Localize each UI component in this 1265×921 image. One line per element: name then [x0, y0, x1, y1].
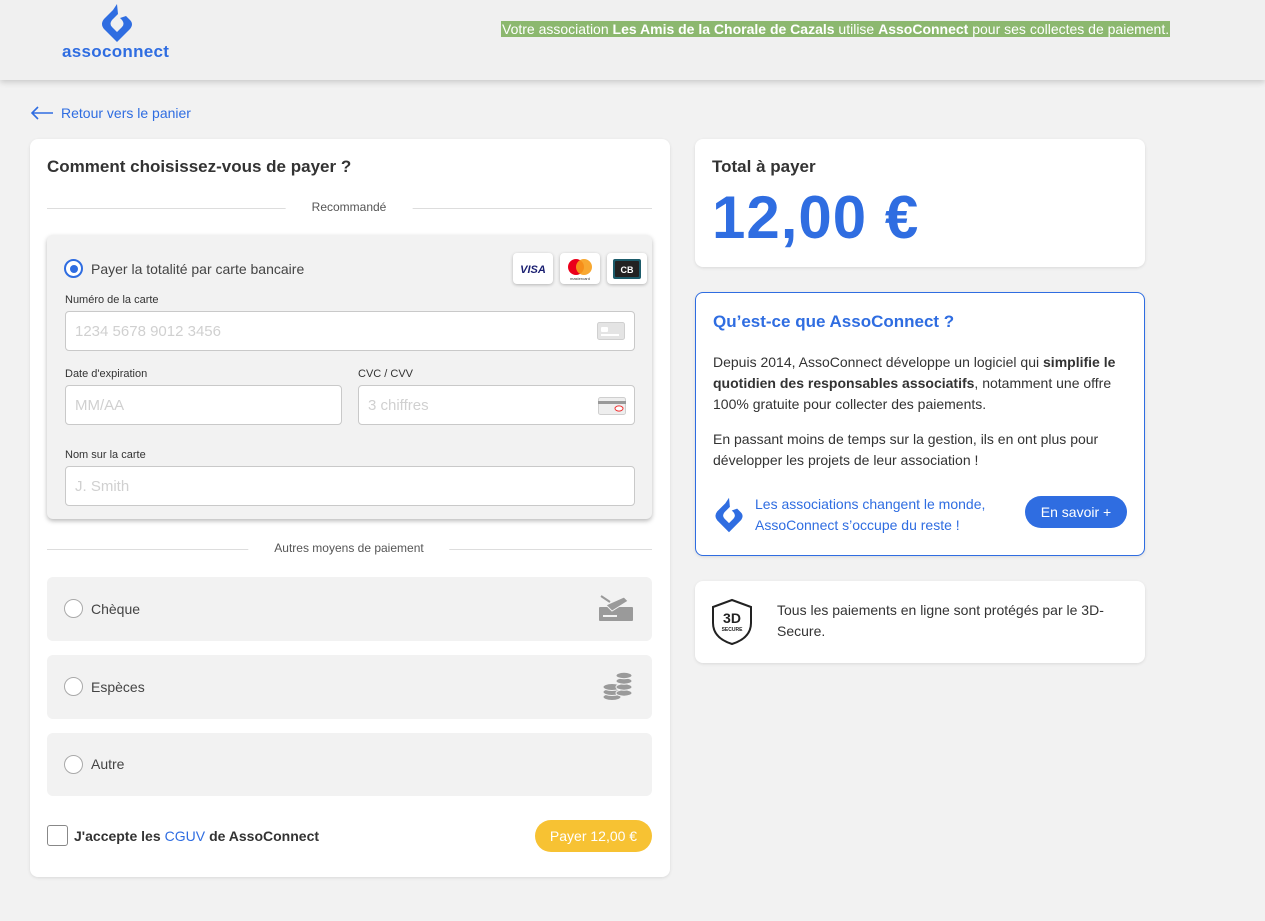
mastercard-icon: mastercard	[560, 253, 600, 284]
banner-platform-name: AssoConnect	[878, 21, 969, 37]
card-number-input[interactable]	[65, 311, 635, 351]
terms-acceptance: J'accepte les CGUV de AssoConnect	[47, 825, 319, 846]
terms-checkbox[interactable]	[47, 825, 68, 846]
assoconnect-logo-mark-icon	[102, 4, 132, 42]
total-amount: 12,00 €	[712, 184, 920, 251]
card-generic-icon	[597, 322, 625, 340]
recommended-label: Recommandé	[285, 200, 413, 214]
card-payment-option: Payer la totalité par carte bancaire VIS…	[47, 235, 652, 519]
cvc-input[interactable]	[358, 385, 635, 425]
payment-option-cash[interactable]: Espèces	[47, 655, 652, 719]
recommended-separator: Recommandé	[47, 200, 652, 216]
card-name-label: Nom sur la carte	[65, 449, 146, 461]
logo-wordmark: assoconnect	[62, 42, 170, 61]
about-paragraph-2: En passant moins de temps sur la gestion…	[713, 431, 1099, 468]
secure-payment-card: 3D SECURE Tous les paiements en ligne so…	[695, 581, 1145, 663]
total-card: Total à payer 12,00 €	[695, 139, 1145, 267]
cvc-label: CVC / CVV	[358, 368, 414, 380]
expiry-label: Date d'expiration	[65, 368, 148, 380]
banner-association-name: Les Amis de la Chorale de Cazals	[612, 21, 835, 37]
other-radio[interactable]	[64, 755, 83, 774]
card-payment-radio[interactable]	[64, 259, 83, 278]
cguv-link[interactable]: CGUV	[165, 828, 205, 844]
cheque-icon	[599, 595, 633, 621]
visa-icon: VISA	[513, 253, 553, 284]
cheque-radio[interactable]	[64, 599, 83, 618]
association-banner: Votre association Les Amis de la Chorale…	[501, 21, 1171, 37]
svg-text:VISA: VISA	[520, 264, 546, 275]
about-paragraph-1: Depuis 2014, AssoConnect développe un lo…	[713, 352, 1123, 415]
card-number-label: Numéro de la carte	[65, 294, 159, 306]
secure-text: Tous les paiements en ligne sont protégé…	[777, 602, 1104, 639]
cheque-label: Chèque	[91, 601, 141, 617]
banner-middle: utilise	[834, 21, 879, 37]
payment-option-other[interactable]: Autre	[47, 733, 652, 796]
coins-icon	[602, 671, 633, 701]
payment-option-cheque[interactable]: Chèque	[47, 577, 652, 641]
3d-secure-shield-icon: 3D SECURE	[712, 598, 752, 646]
assoconnect-logo[interactable]: assoconnect	[62, 0, 174, 66]
about-assoconnect-card: Qu’est-ce que AssoConnect ? Depuis 2014,…	[695, 292, 1145, 556]
total-label: Total à payer	[712, 157, 816, 176]
expiry-input[interactable]	[65, 385, 342, 425]
svg-text:mastercard: mastercard	[570, 276, 590, 281]
banner-prefix: Votre association	[502, 21, 613, 37]
about-p1-text-a: Depuis 2014, AssoConnect développe un lo…	[713, 354, 1044, 370]
other-methods-label: Autres moyens de paiement	[248, 541, 450, 555]
cb-card-icon: CB	[607, 253, 647, 284]
other-label: Autre	[91, 756, 125, 772]
back-link-label: Retour vers le panier	[61, 105, 191, 121]
other-methods-separator: Autres moyens de paiement	[47, 541, 652, 557]
svg-text:CB: CB	[621, 265, 634, 275]
card-payment-label: Payer la totalité par carte bancaire	[91, 261, 305, 277]
terms-prefix: J'accepte les	[74, 827, 161, 844]
secure-badge-bottom: SECURE	[722, 627, 744, 633]
payment-title: Comment choisissez-vous de payer ?	[47, 157, 352, 176]
back-to-cart-link[interactable]: Retour vers le panier	[30, 105, 191, 121]
pay-button[interactable]: Payer 12,00 €	[535, 820, 652, 852]
learn-more-button[interactable]: En savoir +	[1025, 496, 1127, 528]
payment-method-card: Comment choisissez-vous de payer ? Recom…	[30, 139, 670, 877]
cash-label: Espèces	[91, 679, 145, 695]
cvc-card-icon	[598, 397, 626, 415]
cash-radio[interactable]	[64, 677, 83, 696]
arrow-left-icon	[30, 106, 53, 120]
about-title: Qu’est-ce que AssoConnect ?	[713, 312, 955, 331]
about-tagline: Les associations changent le monde, Asso…	[755, 496, 986, 533]
card-name-input[interactable]	[65, 466, 635, 506]
secure-badge-top: 3D	[723, 610, 741, 626]
banner-suffix: pour ses collectes de paiement.	[968, 21, 1170, 37]
terms-suffix: de AssoConnect	[209, 827, 320, 844]
assoconnect-mark-icon	[715, 497, 743, 533]
top-header: assoconnect Votre association Les Amis d…	[0, 0, 1265, 80]
